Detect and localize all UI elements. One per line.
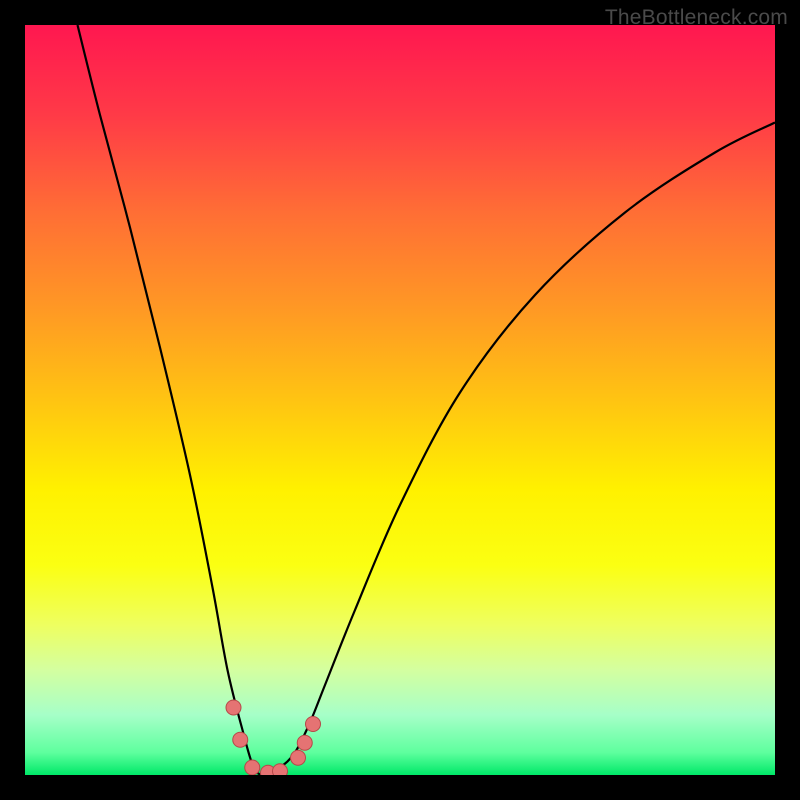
- markers-group: [226, 700, 321, 775]
- point-e: [273, 764, 288, 775]
- watermark: TheBottleneck.com: [605, 6, 788, 30]
- plot-area: [25, 25, 775, 775]
- point-a: [226, 700, 241, 715]
- point-b: [233, 732, 248, 747]
- point-h: [306, 717, 321, 732]
- point-f: [291, 750, 306, 765]
- point-c: [245, 760, 260, 775]
- bottleneck-curve: [78, 25, 776, 775]
- point-g: [297, 735, 312, 750]
- curve-svg: [25, 25, 775, 775]
- chart-container: TheBottleneck.com: [0, 0, 800, 800]
